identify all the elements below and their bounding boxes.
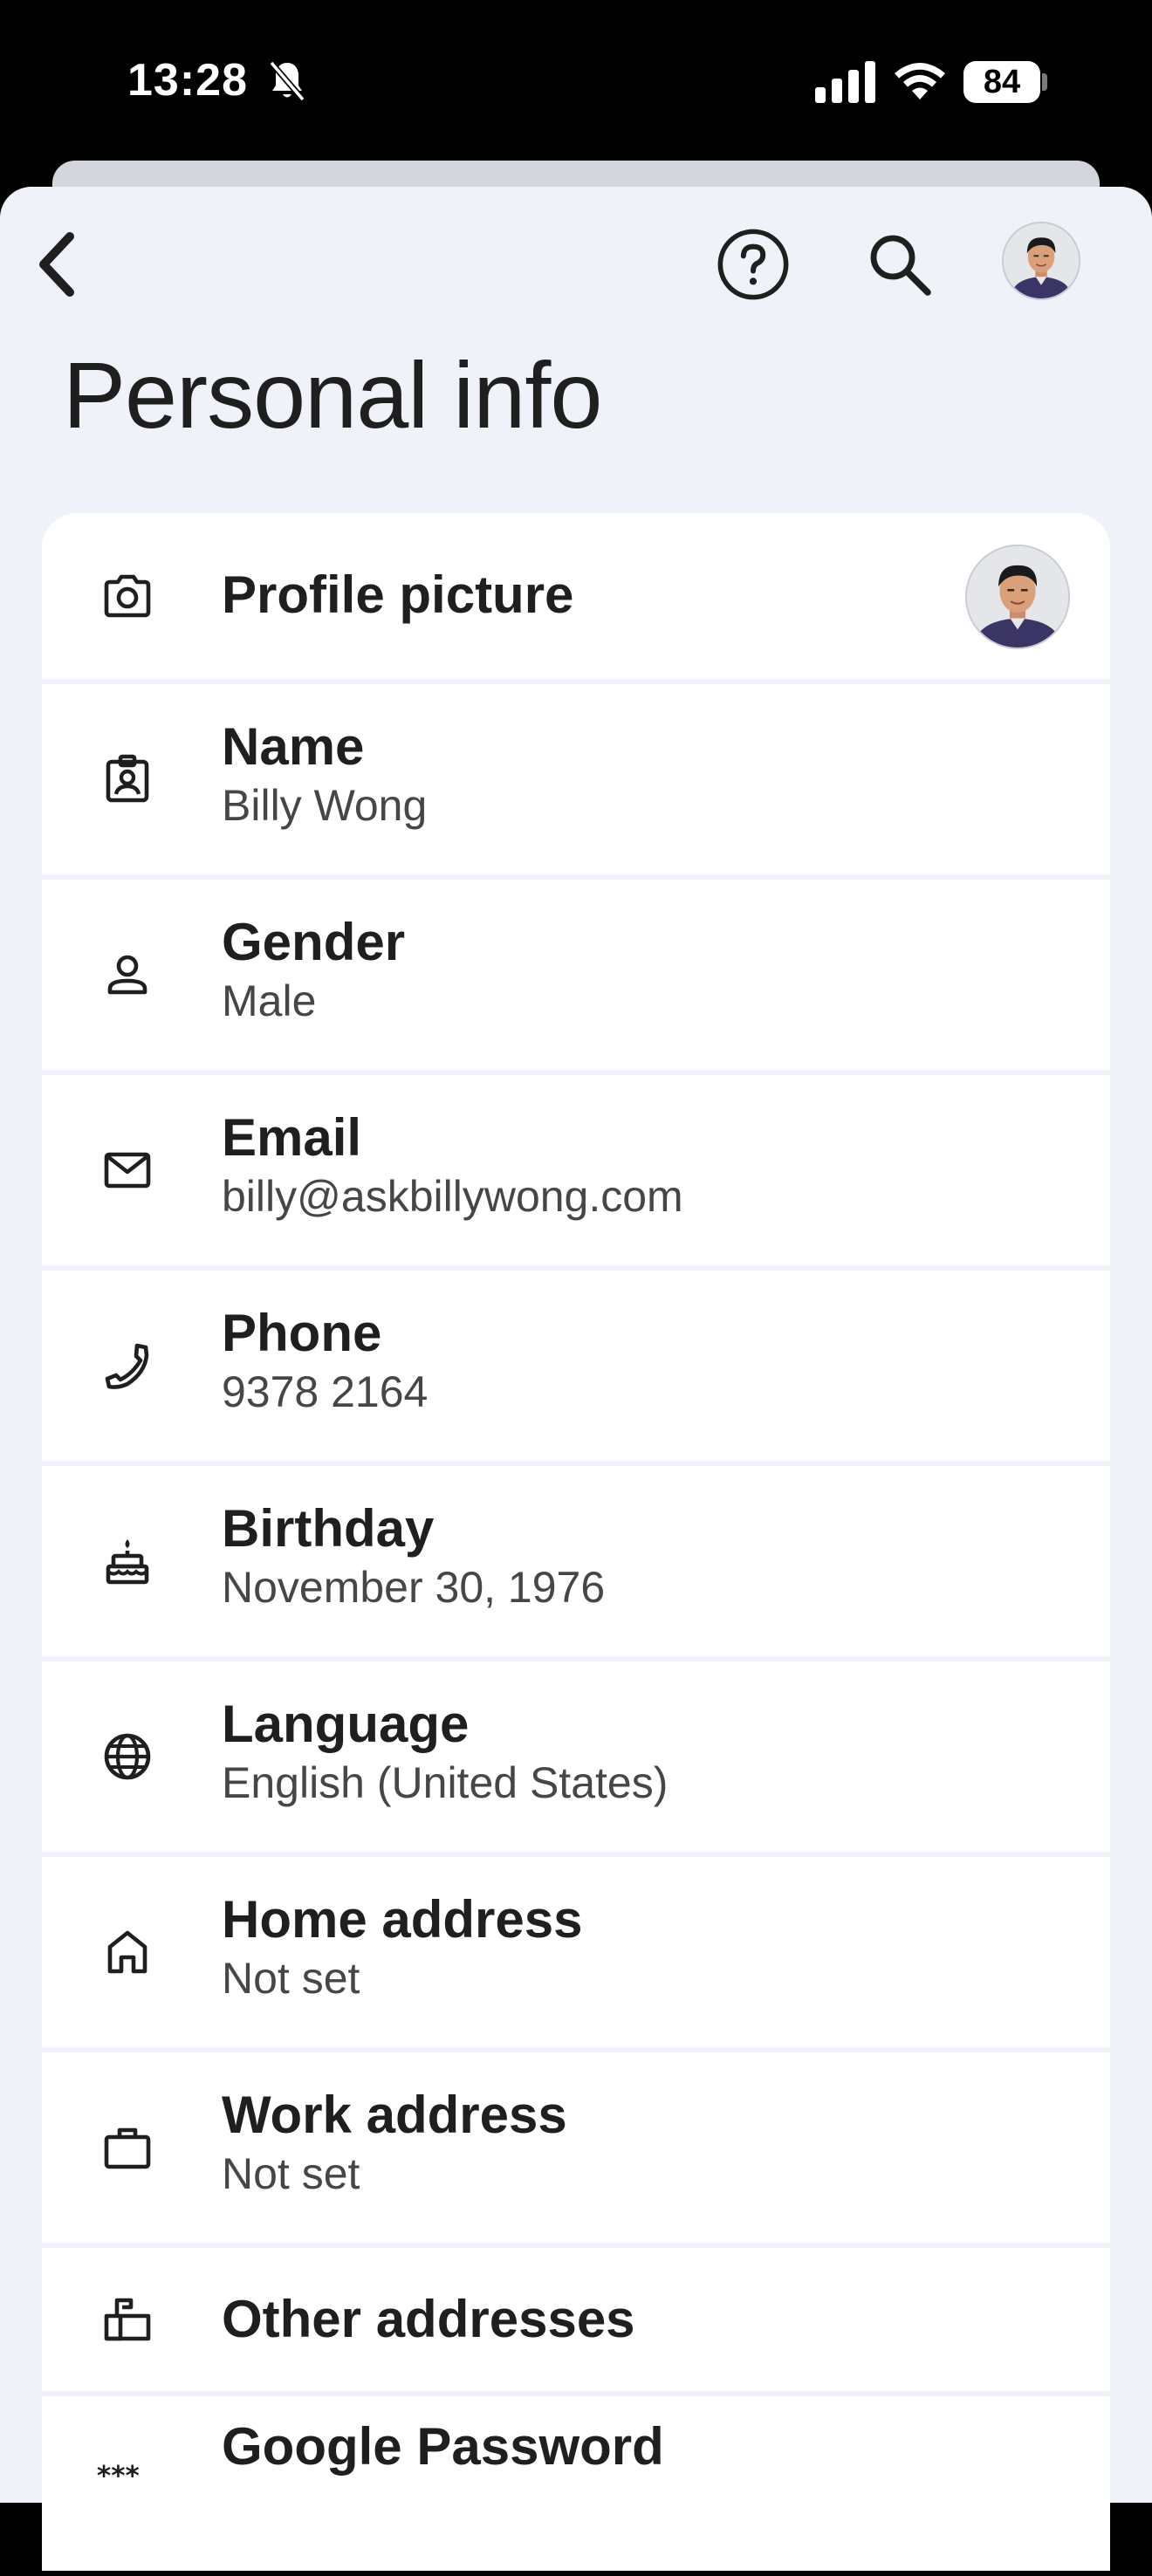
avatar (1004, 223, 1079, 298)
mail-icon (98, 1141, 157, 1200)
profile-photo[interactable] (965, 545, 1070, 649)
item-label: Other addresses (222, 2290, 635, 2348)
status-time: 13:28 (127, 55, 248, 106)
list-item-other-addresses[interactable]: Other addresses (42, 2248, 1110, 2391)
battery-icon: 84 (963, 61, 1040, 103)
item-value: English (United States) (222, 1758, 669, 1807)
password-icon: *** (93, 2442, 162, 2501)
item-value: billy@askbillywong.com (222, 1172, 683, 1221)
list-item-name[interactable]: Name Billy Wong (42, 684, 1110, 874)
item-label: Name (222, 717, 365, 776)
list-item-home-address[interactable]: Home address Not set (42, 1857, 1110, 2047)
home-icon (98, 1922, 157, 1982)
help-button[interactable] (714, 225, 792, 304)
item-label: Home address (222, 1890, 583, 1949)
search-icon (870, 235, 931, 296)
list-item-google-password[interactable]: *** Google Password (42, 2396, 1110, 2571)
item-label: Work address (222, 2086, 567, 2144)
battery-tip (1042, 73, 1047, 91)
mailbox-icon (98, 2290, 157, 2349)
list-item-profile-picture[interactable]: Profile picture (42, 513, 1110, 679)
item-label: Phone (222, 1304, 382, 1362)
item-label: Profile picture (222, 565, 574, 624)
help-circle-icon (717, 229, 789, 300)
item-label: Gender (222, 913, 406, 971)
item-value: 9378 2164 (222, 1367, 429, 1416)
item-label: Google Password (222, 2417, 664, 2476)
profile-photo-image (967, 546, 1068, 647)
person-icon (98, 945, 157, 1004)
bell-slash-icon (269, 60, 305, 102)
account-avatar[interactable] (1002, 222, 1080, 300)
badge-icon (98, 750, 157, 809)
search-button[interactable] (861, 225, 939, 304)
list-item-gender[interactable]: Gender Male (42, 880, 1110, 1070)
item-value: Billy Wong (222, 781, 428, 830)
personal-info-list: Profile picture Name Billy Wong Gender M… (42, 513, 1110, 2576)
wifi-icon (895, 63, 945, 99)
item-label: Language (222, 1695, 470, 1753)
back-button[interactable] (26, 225, 87, 304)
item-label: Email (222, 1108, 362, 1167)
item-label: Birthday (222, 1499, 435, 1558)
list-item-birthday[interactable]: Birthday November 30, 1976 (42, 1466, 1110, 1656)
briefcase-icon (98, 2118, 157, 2177)
status-bar: 13:28 84 (0, 0, 1152, 166)
cake-icon (98, 1531, 157, 1591)
item-value: Not set (222, 1954, 360, 2003)
item-value: November 30, 1976 (222, 1563, 606, 1612)
svg-text:***: *** (97, 2461, 140, 2489)
list-item-language[interactable]: Language English (United States) (42, 1661, 1110, 1852)
chevron-left-icon (39, 232, 74, 297)
list-item-email[interactable]: Email billy@askbillywong.com (42, 1075, 1110, 1265)
list-item-work-address[interactable]: Work address Not set (42, 2052, 1110, 2243)
item-value: Not set (222, 2149, 360, 2198)
camera-icon (98, 566, 157, 626)
page-title: Personal info (63, 342, 602, 448)
phone-icon (98, 1336, 157, 1395)
globe-icon (98, 1727, 157, 1786)
signal-icon (815, 61, 875, 103)
item-value: Male (222, 976, 317, 1025)
list-item-phone[interactable]: Phone 9378 2164 (42, 1271, 1110, 1461)
